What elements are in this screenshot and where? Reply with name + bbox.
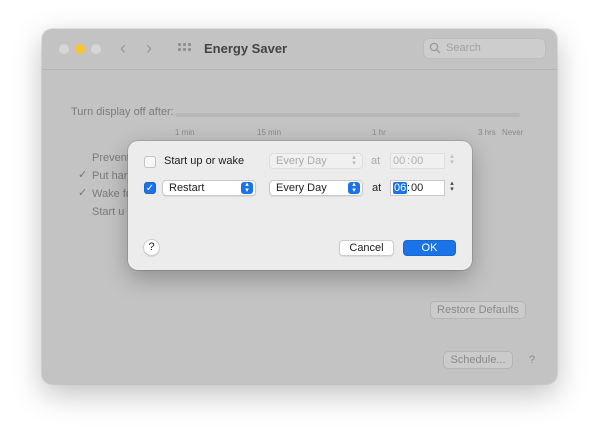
row2-repeat-popup[interactable]: Every Day ▴ ▾ — [269, 180, 363, 196]
option-label[interactable]: Prevent — [92, 152, 130, 164]
slider-tick-label: 15 min — [257, 128, 282, 137]
show-all-grid-icon[interactable] — [178, 43, 192, 53]
minimize-window-button[interactable] — [75, 44, 85, 54]
title-bar: ‹ › Energy Saver Search — [42, 29, 557, 69]
checkmark-icon[interactable]: ✓ — [78, 186, 87, 199]
row1-time-hours[interactable]: 00 — [393, 155, 405, 167]
zoom-window-button[interactable] — [91, 44, 101, 54]
help-icon[interactable]: ? — [523, 351, 541, 369]
back-arrow-icon[interactable]: ‹ — [120, 38, 126, 58]
chevron-updown-icon: ▴ ▾ — [352, 154, 356, 167]
option-label[interactable]: Put har — [92, 170, 127, 182]
row1-time-stepper[interactable]: ▴ ▾ — [447, 153, 457, 170]
chevron-updown-icon: ▴ ▾ — [241, 181, 253, 194]
search-placeholder: Search — [446, 42, 481, 54]
checkmark-icon[interactable]: ✓ — [78, 168, 87, 181]
forward-arrow-icon[interactable]: › — [146, 38, 152, 58]
window-title: Energy Saver — [204, 41, 288, 56]
option-label[interactable]: Wake fo — [92, 188, 132, 200]
start-up-or-wake-label: Start up or wake — [164, 155, 245, 167]
search-icon — [429, 42, 441, 54]
row2-time-field[interactable]: 06 : 00 — [390, 180, 445, 196]
turn-display-off-label: Turn display off after: — [71, 106, 174, 118]
ok-button[interactable]: OK — [403, 240, 456, 256]
row1-at-label: at — [371, 155, 381, 167]
option-label[interactable]: Start u — [92, 206, 124, 218]
restart-checkbox[interactable]: ✓ — [144, 182, 156, 194]
row1-time-field[interactable]: 00 : 00 — [390, 153, 445, 169]
row2-time-stepper[interactable]: ▴ ▾ — [447, 180, 457, 197]
row1-time-minutes[interactable]: 00 — [411, 155, 423, 167]
time-separator: : — [407, 182, 411, 194]
help-button[interactable]: ? — [143, 239, 160, 256]
close-window-button[interactable] — [59, 44, 69, 54]
row2-time-hours[interactable]: 06 — [393, 182, 408, 194]
restore-defaults-button[interactable]: Restore Defaults — [430, 301, 526, 319]
display-sleep-slider[interactable] — [175, 113, 520, 117]
slider-tick-label: 1 min — [175, 128, 195, 137]
row2-at-label: at — [372, 182, 382, 194]
slider-tick-label: 1 hr — [372, 128, 386, 137]
row2-time-minutes[interactable]: 00 — [411, 182, 423, 194]
row2-repeat-value: Every Day — [276, 182, 327, 194]
action-popup[interactable]: Restart ▴ ▾ — [162, 180, 256, 196]
row1-repeat-value: Every Day — [276, 155, 327, 167]
slider-tick-label: 3 hrs — [478, 128, 496, 137]
action-value: Restart — [169, 182, 205, 194]
start-up-or-wake-checkbox[interactable] — [144, 156, 156, 168]
time-separator: : — [407, 155, 411, 167]
schedule-button[interactable]: Schedule... — [443, 351, 513, 369]
cancel-button[interactable]: Cancel — [339, 240, 394, 256]
row1-repeat-popup[interactable]: Every Day ▴ ▾ — [269, 153, 363, 169]
chevron-updown-icon: ▴ ▾ — [348, 181, 360, 194]
search-field[interactable]: Search — [423, 38, 546, 59]
slider-tick-label: Never — [502, 128, 524, 137]
title-divider — [42, 69, 557, 70]
